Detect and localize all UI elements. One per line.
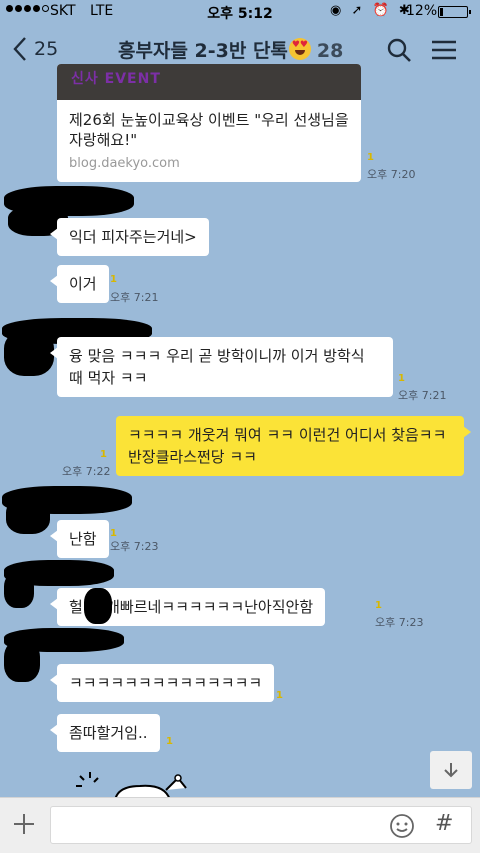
redacted-name: [84, 588, 112, 624]
menu-icon[interactable]: [430, 36, 458, 64]
search-icon[interactable]: [385, 36, 413, 64]
message-time: 오후 7:21: [398, 389, 447, 402]
back-button[interactable]: 25: [12, 32, 72, 66]
status-indicators-icon: ◉ ➚ ⏰ ✱: [330, 3, 413, 18]
message-time: 오후 7:23: [110, 540, 159, 553]
redacted-avatar: [4, 572, 34, 608]
redacted-avatar: [6, 498, 50, 534]
link-banner-image: 신사 EVENT: [57, 64, 361, 100]
sticker-image: [76, 772, 187, 800]
chat-message: 좀따할거임..: [50, 714, 160, 752]
status-bar: SKT LTE 오후 5:12 ◉ ➚ ⏰ ✱ 12%: [0, 0, 480, 24]
heart-eyes-emoji-icon: [288, 38, 311, 60]
message-time: 오후 7:21: [110, 291, 159, 304]
link-url: blog.daekyo.com: [69, 156, 180, 171]
message-input[interactable]: [59, 813, 379, 837]
message-time: 오후 7:22: [62, 465, 111, 478]
redacted-avatar: [4, 330, 54, 376]
scroll-to-bottom-button[interactable]: [430, 751, 472, 789]
banner-text: 신사 EVENT: [71, 71, 161, 87]
chat-message: 융 맞음 ㅋㅋㅋ 우리 곧 방학이니까 이거 방학식 때 먹자 ㅋㅋ: [50, 337, 393, 397]
chat-title-text: 흥부자들 2-3반 단톡: [118, 40, 288, 62]
chat-message: 익더 피자주는거네>: [50, 218, 209, 256]
unread-count: 1: [100, 449, 107, 460]
chat-message: 난함: [50, 520, 109, 558]
plus-icon[interactable]: [10, 810, 38, 838]
member-count: 28: [316, 40, 344, 62]
unread-count: 1: [375, 600, 382, 611]
unread-count: 1: [398, 373, 405, 384]
unread-count: 1: [166, 736, 173, 747]
message-input-bar: #: [0, 797, 480, 853]
chat-title: 흥부자들 2-3반 단톡 28: [118, 36, 343, 63]
message-time: 오후 7:23: [375, 616, 424, 629]
emoticon-icon[interactable]: [389, 813, 415, 839]
chat-message: 이거: [50, 265, 109, 303]
chat-message: ㅋㅋㅋㅋㅋㅋㅋㅋㅋㅋㅋㅋㅋㅋ: [49, 664, 275, 702]
message-time: 오후 7:20: [367, 168, 416, 181]
arrow-down-icon: [444, 763, 458, 778]
unread-count: 1: [367, 152, 374, 163]
battery-percent: 12%: [406, 3, 438, 19]
unread-count: 1: [276, 690, 283, 701]
unread-count: 1: [110, 274, 117, 285]
battery-icon: [438, 6, 471, 18]
link-preview-card[interactable]: 신사 EVENT 제26회 눈높이교육상 이벤트 "우리 선생님을 자랑해요!"…: [57, 64, 361, 182]
my-chat-message: ㅋㅋㅋㅋ 개웃겨 뭐여 ㅋㅋ 이런건 어디서 찾음ㅋㅋ 반장클라스쩐당 ㅋㅋ: [116, 416, 471, 476]
unread-chats-count: 25: [34, 38, 59, 60]
chevron-left-icon: [13, 37, 26, 61]
hashtag-search-button[interactable]: #: [435, 811, 453, 836]
redacted-avatar: [4, 640, 40, 682]
message-field-container: #: [50, 806, 472, 844]
link-title: 제26회 눈높이교육상 이벤트 "우리 선생님을 자랑해요!": [69, 111, 349, 149]
